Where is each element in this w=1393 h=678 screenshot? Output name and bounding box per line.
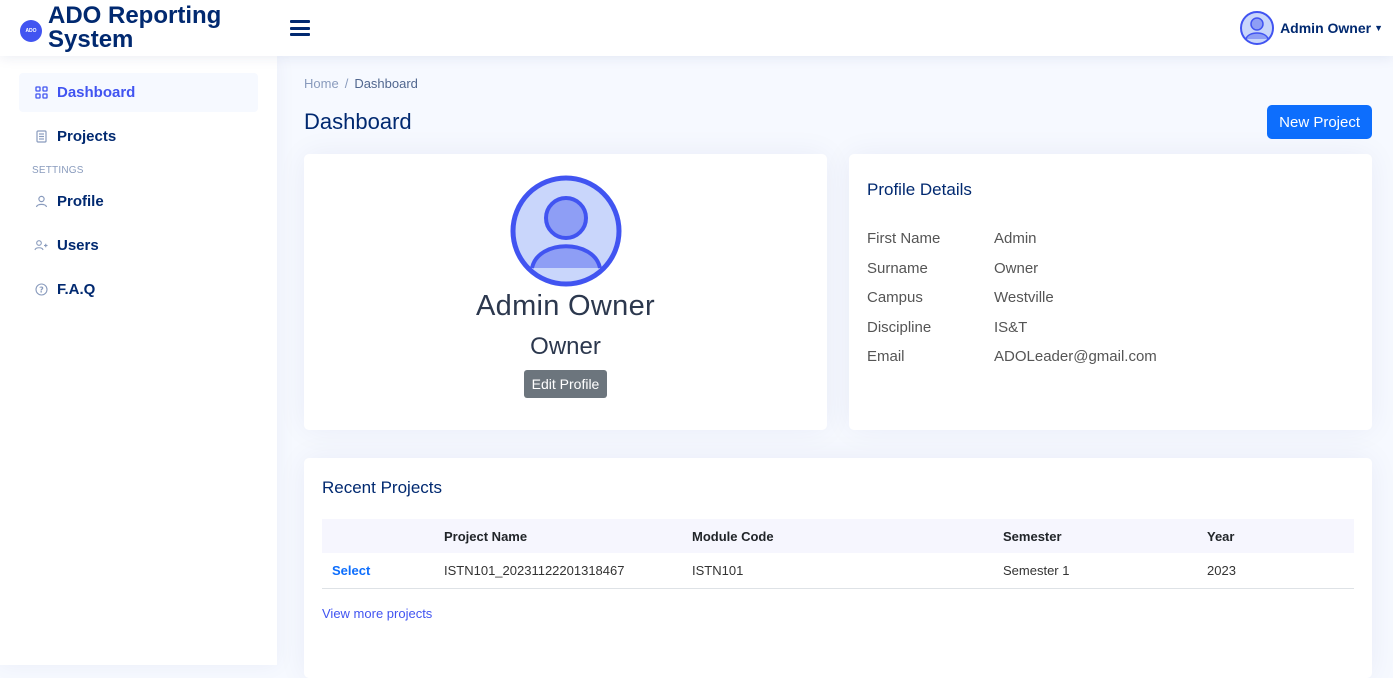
recent-projects-card: Recent Projects Project Name Module Code… — [304, 458, 1372, 678]
main-content: Home / Dashboard Dashboard New Project Adm… — [304, 56, 1372, 678]
settings-heading: SETTINGS — [32, 165, 84, 176]
svg-text:?: ? — [39, 285, 44, 294]
profile-avatar-icon — [510, 175, 621, 287]
detail-value: Admin — [994, 230, 1037, 247]
column-header — [322, 519, 444, 553]
sidebar-item-dashboard[interactable]: Dashboard — [19, 73, 258, 112]
person-icon — [34, 195, 48, 209]
sidebar-item-profile[interactable]: Profile — [19, 182, 258, 221]
grid-icon — [34, 86, 48, 100]
recent-projects-title: Recent Projects — [322, 478, 442, 497]
hamburger-menu-icon[interactable] — [290, 19, 310, 37]
breadcrumb-current: Dashboard — [354, 76, 418, 91]
detail-row-discipline: Discipline IS&T — [867, 319, 1354, 339]
detail-label: Discipline — [867, 318, 932, 336]
page-title: Dashboard — [304, 109, 412, 134]
select-project-link[interactable]: Select — [332, 563, 370, 578]
detail-value: IS&T — [994, 318, 1028, 336]
detail-row-campus: Campus Westville — [867, 289, 1354, 309]
sidebar-item-users[interactable]: Users — [19, 226, 258, 265]
profile-details-title: Profile Details — [867, 180, 972, 199]
sidebar-item-label: Profile — [57, 193, 104, 210]
detail-row-first-name: First Name Admin — [867, 230, 1354, 250]
top-header: ADO ADO Reporting System Admin Owner ▼ — [0, 0, 1393, 56]
detail-value: Owner — [994, 259, 1039, 277]
app-title: ADO Reporting System — [48, 4, 221, 52]
sidebar-item-label: Users — [57, 237, 99, 254]
user-menu[interactable]: Admin Owner ▼ — [1240, 11, 1383, 45]
table-row: Select ISTN101_20231122201318467 ISTN101… — [322, 553, 1354, 589]
project-name-cell: ISTN101_20231122201318467 — [444, 553, 692, 589]
breadcrumb: Home / Dashboard — [304, 76, 1372, 91]
sidebar-item-label: Projects — [57, 128, 117, 145]
person-plus-icon — [34, 239, 48, 253]
profile-details-card: Profile Details First Name Admin Surname… — [849, 154, 1372, 430]
year-cell: 2023 — [1207, 553, 1354, 589]
semester-cell: Semester 1 — [1003, 553, 1207, 589]
profile-name: Admin Owner — [476, 290, 655, 322]
column-header: Module Code — [692, 528, 774, 544]
table-header-row: Project Name Module Code Semester Year — [322, 519, 1354, 553]
edit-profile-button[interactable]: Edit Profile — [523, 370, 608, 398]
detail-row-surname: Surname Owner — [867, 260, 1354, 280]
detail-value: Westville — [994, 289, 1054, 306]
projects-table: Project Name Module Code Semester Year S… — [322, 519, 1354, 589]
new-project-button[interactable]: New Project — [1267, 105, 1372, 139]
journal-icon — [34, 130, 48, 144]
column-header: Semester — [1003, 528, 1062, 544]
column-header: Project Name — [444, 528, 528, 544]
sidebar: Dashboard Projects SETTINGS Profile User… — [0, 56, 277, 665]
app-title-line-2: System — [48, 26, 134, 53]
sidebar-item-faq[interactable]: ? F.A.Q — [19, 270, 258, 309]
profile-role: Owner — [530, 333, 601, 360]
user-avatar-icon — [1240, 11, 1275, 45]
detail-value: ADOLeader@gmail.com — [994, 348, 1157, 365]
sidebar-item-label: F.A.Q — [57, 281, 96, 298]
breadcrumb-separator: / — [344, 76, 349, 91]
detail-label: First Name — [867, 230, 941, 247]
detail-label: Email — [867, 348, 905, 365]
profile-card: Admin Owner Owner Edit Profile — [304, 154, 827, 430]
question-circle-icon: ? — [34, 283, 48, 297]
caret-down-icon: ▼ — [1374, 23, 1383, 33]
detail-label: Campus — [867, 289, 923, 306]
module-code-cell: ISTN101 — [692, 553, 1003, 589]
breadcrumb-home[interactable]: Home — [304, 76, 339, 91]
detail-row-email: Email ADOLeader@gmail.com — [867, 348, 1354, 368]
logo[interactable]: ADO ADO Reporting System — [0, 4, 282, 52]
column-header: Year — [1207, 528, 1235, 544]
sidebar-item-projects[interactable]: Projects — [19, 117, 258, 156]
view-more-projects-link[interactable]: View more projects — [322, 606, 432, 621]
sidebar-item-label: Dashboard — [57, 84, 136, 101]
app-title-line-1: ADO Reporting — [48, 2, 222, 29]
user-name: Admin Owner — [1280, 20, 1372, 36]
logo-icon: ADO — [20, 20, 42, 42]
detail-label: Surname — [867, 259, 928, 277]
